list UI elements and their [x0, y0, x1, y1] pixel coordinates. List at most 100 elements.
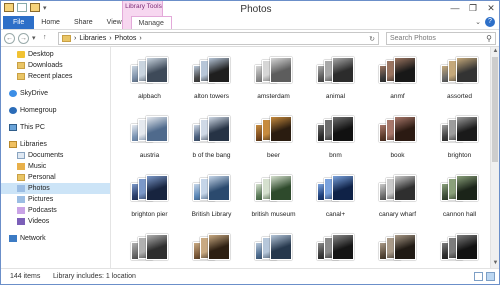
sidebar-item-photos[interactable]: Photos [1, 183, 110, 194]
sidebar-item-this-pc[interactable]: This PC [1, 122, 110, 133]
sidebar-item-label: SkyDrive [20, 90, 49, 97]
photo-stack-thumbnail [131, 175, 169, 207]
sidebar-item-videos[interactable]: Videos [1, 216, 110, 227]
tab-share[interactable]: Share [67, 16, 100, 29]
sidebar-item-personal[interactable]: Personal [1, 172, 110, 183]
photo-stack-thumbnail [317, 57, 355, 89]
sidebar-item-music[interactable]: Music [1, 161, 110, 172]
tab-file[interactable]: File [3, 16, 35, 29]
photo-thumbnail [332, 57, 354, 83]
details-view-icon[interactable] [474, 272, 483, 281]
address-bar[interactable]: › Libraries › Photos › ↻ [58, 32, 379, 45]
photo-stack-thumbnail [441, 175, 479, 207]
folder-item[interactable]: austria [120, 114, 179, 173]
chevron-down-icon[interactable]: ▾ [43, 4, 47, 12]
folder-item[interactable]: b of the bang [182, 114, 241, 173]
video-icon [17, 218, 25, 225]
help-icon[interactable]: ? [485, 17, 495, 27]
sidebar-item-libraries[interactable]: Libraries [1, 139, 110, 150]
folder-item[interactable]: brighton pier [120, 173, 179, 232]
explorer-window: ▾ Library Tools Photos — ❐ ✕ File Home S… [0, 0, 500, 285]
sidebar-item-label: Libraries [20, 141, 47, 148]
folder-item[interactable]: alton towers [182, 55, 241, 114]
skydrive-icon [9, 90, 17, 97]
vertical-scrollbar[interactable]: ▲ ▼ [490, 47, 499, 268]
sidebar-item-skydrive[interactable]: SkyDrive [1, 88, 110, 99]
folder-item[interactable]: canal+ [306, 173, 365, 232]
folder-item[interactable]: cannon hall [430, 173, 489, 232]
folder-icon [17, 174, 25, 181]
folder-label: brighton pier [131, 211, 168, 218]
folder-label: beer [266, 152, 280, 159]
folder-item[interactable] [244, 232, 303, 268]
photo-thumbnail [456, 234, 478, 260]
photo-thumbnail [332, 116, 354, 142]
photo-thumbnail [456, 57, 478, 83]
network-icon [9, 235, 17, 242]
folder-item[interactable]: anmf [368, 55, 427, 114]
expand-ribbon-icon[interactable]: ⌄ [475, 18, 481, 26]
sidebar-item-downloads[interactable]: Downloads [1, 60, 110, 71]
context-tab-group-label: Library Tools [125, 3, 162, 10]
folder-item[interactable]: animal [306, 55, 365, 114]
folder-item[interactable] [120, 232, 179, 268]
podcast-icon [17, 207, 25, 214]
sidebar-item-recent-places[interactable]: Recent places [1, 71, 110, 82]
folder-icon [17, 73, 25, 80]
photo-stack-thumbnail [193, 175, 231, 207]
forward-button[interactable]: → [18, 33, 29, 44]
tab-manage[interactable]: Manage [130, 16, 172, 29]
photo-thumbnail [208, 116, 230, 142]
folder-item[interactable] [368, 232, 427, 268]
breadcrumb-libraries[interactable]: Libraries [79, 35, 106, 42]
sidebar-item-pictures[interactable]: Pictures [1, 194, 110, 205]
folder-label: austria [139, 152, 160, 159]
sidebar-item-label: Personal [28, 174, 56, 181]
sidebar-item-desktop[interactable]: Desktop [1, 49, 110, 60]
folder-item[interactable]: brighton [430, 114, 489, 173]
scroll-thumb[interactable] [492, 57, 498, 162]
folder-item[interactable]: amsterdam [244, 55, 303, 114]
back-button[interactable]: ← [4, 33, 15, 44]
folder-item[interactable] [430, 232, 489, 268]
search-input[interactable]: Search Photos ⚲ [386, 32, 496, 45]
properties-icon[interactable] [17, 3, 27, 12]
folder-icon[interactable] [4, 3, 14, 12]
folder-item[interactable] [182, 232, 241, 268]
folder-item[interactable]: british museum [244, 173, 303, 232]
folder-item[interactable]: canary wharf [368, 173, 427, 232]
photo-stack-thumbnail [131, 57, 169, 89]
refresh-icon[interactable]: ↻ [369, 35, 375, 43]
tab-home[interactable]: Home [34, 16, 67, 29]
breadcrumb-photos[interactable]: Photos [115, 35, 137, 42]
scroll-down-icon[interactable]: ▼ [491, 259, 500, 268]
sidebar-item-network[interactable]: Network [1, 233, 110, 244]
folder-item[interactable]: alpbach [120, 55, 179, 114]
recent-locations-button[interactable]: ▾ [32, 34, 36, 42]
new-folder-icon[interactable] [30, 3, 40, 12]
minimize-button[interactable]: — [450, 3, 460, 14]
folder-item[interactable] [306, 232, 365, 268]
scroll-up-icon[interactable]: ▲ [491, 47, 500, 56]
folder-item[interactable]: assorted [430, 55, 489, 114]
folder-item[interactable]: British Library [182, 173, 241, 232]
folder-label: book [390, 152, 405, 159]
photo-thumbnail [146, 116, 168, 142]
folder-label: cannon hall [442, 211, 477, 218]
close-button[interactable]: ✕ [486, 3, 496, 14]
sidebar-item-documents[interactable]: Documents [1, 150, 110, 161]
folder-item[interactable]: book [368, 114, 427, 173]
maximize-button[interactable]: ❐ [468, 3, 478, 14]
sidebar-item-homegroup[interactable]: Homegroup [1, 105, 110, 116]
folder-item[interactable]: bnm [306, 114, 365, 173]
sidebar-item-label: Downloads [28, 62, 63, 69]
sidebar-item-podcasts[interactable]: Podcasts [1, 205, 110, 216]
folder-label: brighton [447, 152, 472, 159]
photo-stack-thumbnail [379, 57, 417, 89]
folder-item[interactable]: beer [244, 114, 303, 173]
navigation-bar: ← → ▾ ↑ › Libraries › Photos › ↻ Search … [1, 29, 499, 47]
photo-thumbnail [146, 175, 168, 201]
tab-view[interactable]: View [100, 16, 129, 29]
up-button[interactable]: ↑ [43, 34, 47, 41]
large-icons-view-icon[interactable] [486, 272, 495, 281]
